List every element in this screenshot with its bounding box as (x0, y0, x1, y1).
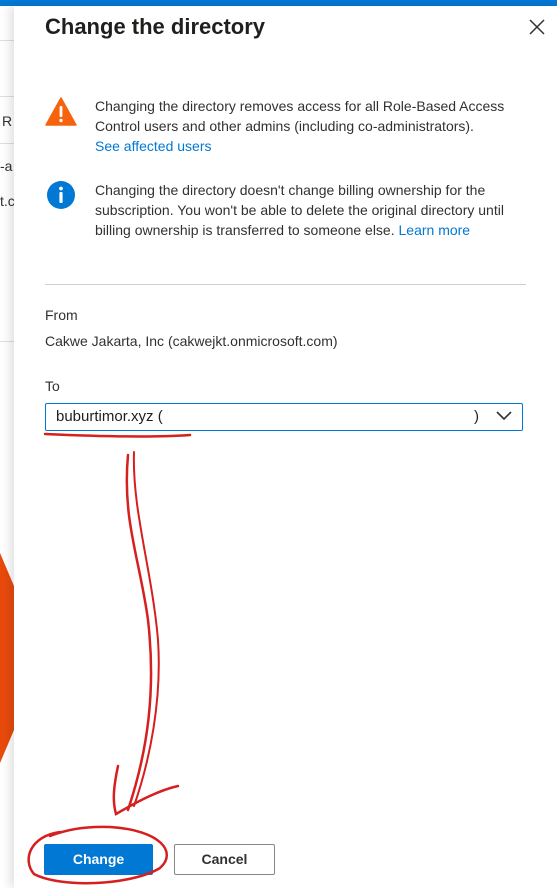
background-divider (0, 40, 14, 41)
section-divider (45, 284, 526, 285)
background-text-fragment: R (2, 113, 13, 129)
change-button[interactable]: Change (44, 844, 153, 875)
background-divider (0, 143, 14, 144)
chevron-down-icon (496, 411, 512, 421)
from-value: Cakwe Jakarta, Inc (cakwejkt.onmicrosoft… (45, 333, 338, 349)
background-text-fragment: t.c (0, 193, 15, 209)
background-divider (0, 96, 14, 97)
warning-text-block: Changing the directory removes access fo… (95, 96, 525, 156)
warning-icon (45, 97, 77, 126)
warning-text: Changing the directory removes access fo… (95, 98, 505, 134)
info-text-block: Changing the directory doesn't change bi… (95, 180, 525, 240)
dropdown-selected-value: buburtimor.xyz ( (56, 408, 163, 425)
from-label: From (45, 307, 78, 323)
panel-title: Change the directory (45, 14, 266, 39)
cancel-button[interactable]: Cancel (174, 844, 275, 875)
learn-more-link[interactable]: Learn more (399, 222, 471, 238)
change-directory-panel: Change the directory Changing the direct… (14, 6, 557, 888)
see-affected-users-link[interactable]: See affected users (95, 138, 211, 154)
dropdown-selected-value-end: ) (474, 408, 479, 425)
close-icon (529, 19, 545, 35)
to-label: To (45, 378, 60, 394)
background-text-fragment: -a (0, 158, 13, 174)
info-icon (47, 181, 75, 209)
background-divider (0, 341, 14, 342)
to-directory-dropdown[interactable]: buburtimor.xyz ( ) (45, 403, 523, 431)
close-button[interactable] (524, 14, 550, 40)
